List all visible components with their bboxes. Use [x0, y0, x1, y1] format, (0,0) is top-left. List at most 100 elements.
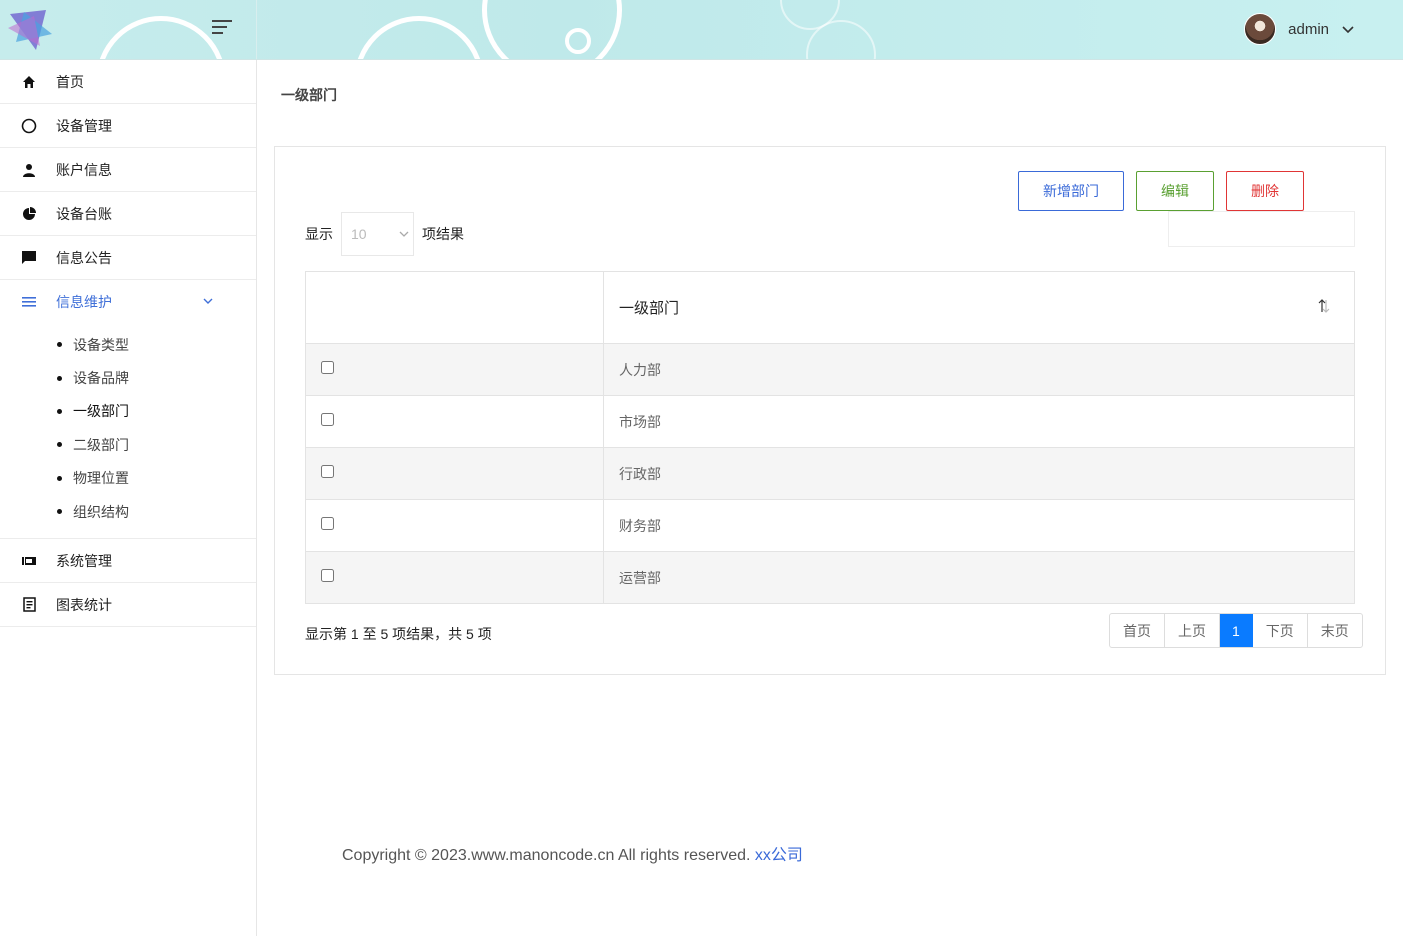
row-checkbox[interactable] [321, 569, 334, 583]
submenu-item-device-type[interactable]: 设备类型 [0, 328, 256, 361]
submenu-item-label: 物理位置 [73, 470, 129, 487]
main-content: 一级部门 新增部门 编辑 删除 显示 10 项结果 一级部门 人力部 市场部 行… [257, 60, 1403, 936]
page-length-value: 10 [351, 226, 367, 242]
prev-page-button[interactable]: 上页 [1165, 614, 1220, 647]
sidebar-item-label: 系统管理 [56, 552, 112, 569]
page-title: 一级部门 [281, 87, 337, 103]
add-department-button[interactable]: 新增部门 [1018, 171, 1124, 211]
user-icon [20, 161, 38, 179]
sidebar-item-announcements[interactable]: 信息公告 [0, 236, 256, 280]
department-cell: 行政部 [603, 447, 1355, 500]
bullet-icon [57, 475, 62, 481]
page-length-control: 显示 10 项结果 [305, 212, 464, 256]
copyright-text: Copyright © 2023.www.manoncode.cn All ri… [342, 847, 755, 864]
avatar [1244, 13, 1277, 45]
delete-button[interactable]: 删除 [1226, 171, 1304, 211]
sidebar-item-home[interactable]: 首页 [0, 60, 256, 104]
submenu-item-location[interactable]: 物理位置 [0, 462, 256, 495]
sidebar-item-info-maintenance[interactable]: 信息维护 [0, 280, 256, 324]
header-divider [256, 0, 257, 59]
sidebar-item-label: 首页 [56, 73, 84, 90]
company-link[interactable]: xx公司 [755, 847, 803, 864]
user-menu[interactable]: admin [1244, 13, 1355, 45]
department-cell: 人力部 [603, 343, 1355, 396]
sidebar: 首页 设备管理 账户信息 设备台账 信息公告 信息维护 设备类型 设备品牌 一级… [0, 60, 257, 936]
table-row[interactable]: 行政部 [305, 447, 1355, 500]
table-row[interactable]: 市场部 [305, 395, 1355, 448]
submenu-item-level1-dept[interactable]: 一级部门 [0, 395, 256, 428]
bullet-icon [57, 342, 62, 348]
pie-chart-icon [20, 205, 38, 223]
department-cell: 市场部 [603, 395, 1355, 448]
row-checkbox-cell [305, 395, 604, 448]
footer: Copyright © 2023.www.manoncode.cn All ri… [342, 841, 803, 865]
table-row[interactable]: 财务部 [305, 499, 1355, 552]
header-decoration [565, 28, 591, 54]
last-page-button[interactable]: 末页 [1308, 614, 1362, 647]
sidebar-item-label: 设备管理 [56, 117, 112, 134]
next-page-button[interactable]: 下页 [1253, 614, 1308, 647]
checkbox-column-header [305, 271, 604, 344]
sidebar-item-label: 信息公告 [56, 249, 112, 266]
top-bar: admin [0, 0, 1403, 60]
header-decoration [482, 0, 622, 59]
bullet-icon [57, 375, 62, 381]
sort-icon[interactable] [1318, 298, 1330, 314]
submenu-item-label: 组织结构 [73, 503, 129, 520]
department-table: 一级部门 人力部 市场部 行政部 财务部 运营部 [305, 271, 1355, 604]
first-page-button[interactable]: 首页 [1110, 614, 1165, 647]
header-decoration [96, 16, 226, 59]
page-length-select[interactable]: 10 [341, 212, 414, 256]
submenu-item-label: 二级部门 [73, 436, 129, 453]
page-number-button[interactable]: 1 [1220, 614, 1253, 647]
pagination: 首页 上页 1 下页 末页 [1109, 613, 1363, 648]
menu-toggle-icon[interactable] [212, 20, 232, 38]
length-suffix: 项结果 [422, 226, 464, 242]
home-icon [20, 73, 38, 91]
row-checkbox-cell [305, 551, 604, 604]
table-row[interactable]: 人力部 [305, 343, 1355, 396]
submenu-item-label: 设备类型 [73, 336, 129, 353]
search-input[interactable] [1168, 211, 1355, 247]
submenu-info-maintenance: 设备类型 设备品牌 一级部门 二级部门 物理位置 组织结构 [0, 324, 256, 540]
table-info: 显示第 1 至 5 项结果，共 5 项 [305, 626, 492, 642]
row-checkbox-cell [305, 447, 604, 500]
row-checkbox-cell [305, 343, 604, 396]
ticket-icon [20, 552, 38, 570]
circle-icon [20, 117, 38, 135]
list-icon [20, 293, 38, 311]
sidebar-item-label: 信息维护 [56, 294, 112, 310]
submenu-item-device-brand[interactable]: 设备品牌 [0, 361, 256, 394]
submenu-item-label: 设备品牌 [73, 370, 129, 387]
sidebar-item-system[interactable]: 系统管理 [0, 539, 256, 584]
bullet-icon [57, 442, 62, 448]
department-cell: 运营部 [603, 551, 1355, 604]
length-prefix: 显示 [305, 226, 333, 242]
table-row[interactable]: 运营部 [305, 551, 1355, 604]
column-header-label: 一级部门 [619, 300, 680, 317]
submenu-item-level2-dept[interactable]: 二级部门 [0, 428, 256, 461]
content-panel: 新增部门 编辑 删除 显示 10 项结果 一级部门 人力部 市场部 行政部 财务… [274, 146, 1386, 675]
row-checkbox[interactable] [321, 361, 334, 375]
logo-icon [8, 10, 52, 50]
row-checkbox[interactable] [321, 413, 334, 427]
header-decoration [354, 16, 484, 59]
sidebar-item-charts[interactable]: 图表统计 [0, 583, 256, 628]
bullet-icon [57, 408, 62, 414]
sidebar-item-label: 账户信息 [56, 161, 112, 178]
edit-button[interactable]: 编辑 [1136, 171, 1214, 211]
message-icon [20, 249, 38, 267]
column-header-department[interactable]: 一级部门 [603, 271, 1355, 344]
sidebar-item-device-ledger[interactable]: 设备台账 [0, 192, 256, 236]
row-checkbox-cell [305, 499, 604, 552]
chevron-down-icon [1342, 26, 1354, 34]
sidebar-item-device-management[interactable]: 设备管理 [0, 104, 256, 148]
chevron-down-icon [203, 298, 213, 304]
username: admin [1288, 20, 1329, 38]
sidebar-item-account[interactable]: 账户信息 [0, 148, 256, 192]
row-checkbox[interactable] [321, 465, 334, 479]
sidebar-item-label: 设备台账 [56, 205, 112, 222]
row-checkbox[interactable] [321, 517, 334, 531]
submenu-item-org-structure[interactable]: 组织结构 [0, 495, 256, 528]
table-header-row: 一级部门 [305, 271, 1355, 344]
